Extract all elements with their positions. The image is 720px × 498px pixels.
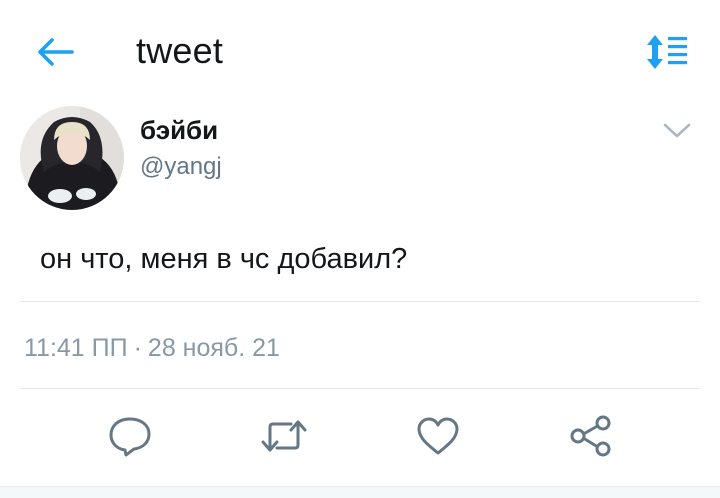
top-bar: tweet — [0, 0, 720, 104]
author-handle[interactable]: @yangj — [140, 152, 222, 182]
share-button[interactable] — [567, 414, 615, 458]
divider — [20, 301, 700, 302]
retweet-button[interactable] — [260, 414, 308, 458]
tweet-text: он что, меня в чс добавил? — [40, 243, 408, 275]
tweet-date: 28 нояб. 21 — [147, 334, 280, 362]
avatar[interactable] — [20, 106, 124, 210]
tweet-time: 11:41 ПП — [24, 334, 128, 362]
next-section-edge — [0, 486, 720, 498]
reply-button[interactable] — [106, 414, 154, 458]
meta-separator: · — [133, 334, 142, 362]
reply-bubble-icon — [109, 417, 151, 457]
more-options-button[interactable] — [660, 118, 694, 144]
chevron-down-icon — [663, 123, 691, 138]
sort-button[interactable] — [643, 32, 691, 72]
sort-list-icon — [647, 35, 687, 69]
tweet-detail-screen: tweet бэйби @yangj он что, меня в чс доб… — [0, 0, 720, 498]
retweet-icon — [261, 420, 307, 452]
tweet-timestamp: 11:41 ПП · 28 нояб. 21 — [24, 332, 280, 364]
divider — [20, 388, 700, 389]
like-button[interactable] — [414, 414, 462, 458]
page-title: tweet — [136, 30, 224, 71]
author-display-name[interactable]: бэйби — [140, 114, 218, 146]
back-button[interactable] — [30, 30, 80, 74]
share-icon — [570, 415, 611, 457]
heart-icon — [417, 417, 459, 455]
avatar-photo — [20, 106, 124, 210]
back-arrow-icon — [38, 38, 74, 66]
